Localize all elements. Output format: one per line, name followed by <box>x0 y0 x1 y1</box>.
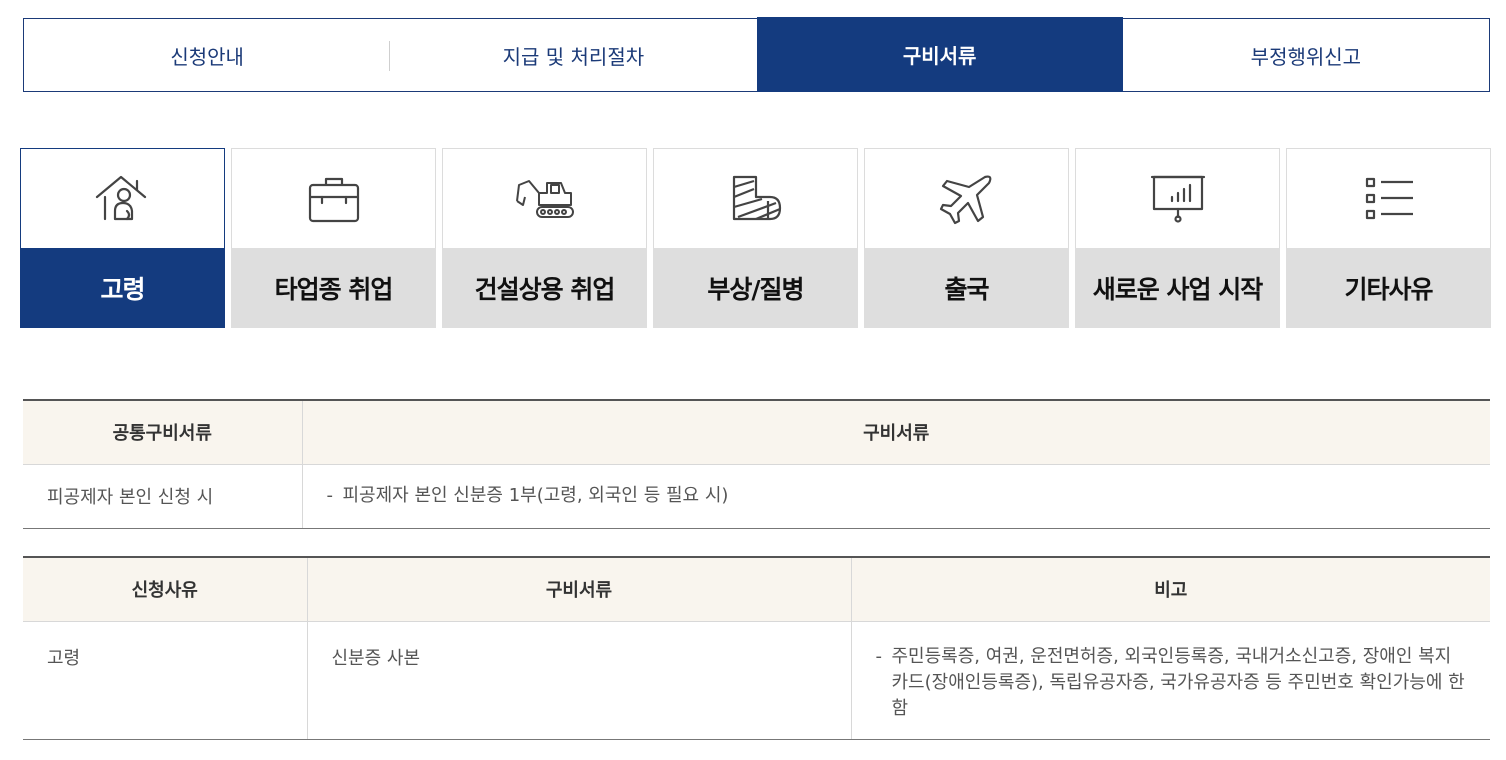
presentation-board-icon <box>1150 175 1205 223</box>
table-cell-note: - 주민등록증, 여권, 운전면허증, 외국인등록증, 국내거소신고증, 장애인… <box>851 621 1490 740</box>
category-label: 출국 <box>864 248 1069 328</box>
category-label: 부상/질병 <box>653 248 858 328</box>
category-icon-box <box>864 148 1069 248</box>
category-construction[interactable]: 건설상용 취업 <box>442 148 647 328</box>
tab-application-guide[interactable]: 신청안내 <box>24 19 391 91</box>
table-header: 구비서류 <box>307 557 852 622</box>
note-text: 주민등록증, 여권, 운전면허증, 외국인등록증, 국내거소신고증, 장애인 복… <box>891 645 1465 719</box>
list-item: - 피공제자 본인 신분증 1부(고령, 외국인 등 필요 시) <box>327 483 1467 509</box>
table-header: 비고 <box>851 557 1490 622</box>
table-cell-doc: - 피공제자 본인 신분증 1부(고령, 외국인 등 필요 시) <box>302 464 1490 529</box>
table-header-row: 신청사유 구비서류 비고 <box>23 557 1490 622</box>
category-icon-box <box>231 148 436 248</box>
category-icon-box <box>1286 148 1491 248</box>
table-cell-doc: 신분증 사본 <box>307 621 852 740</box>
table-cell-reason: 고령 <box>23 621 308 740</box>
table-header-row: 공통구비서류 구비서류 <box>23 400 1490 465</box>
category-label: 기타사유 <box>1286 248 1491 328</box>
list-item: - 주민등록증, 여권, 운전면허증, 외국인등록증, 국내거소신고증, 장애인… <box>876 644 1467 722</box>
briefcase-icon <box>308 177 359 222</box>
tab-payment-procedure[interactable]: 지급 및 처리절차 <box>390 19 756 91</box>
category-icon-box <box>20 148 225 248</box>
category-icon-box <box>442 148 647 248</box>
dash-bullet: - <box>875 645 883 667</box>
airplane-icon <box>939 175 991 224</box>
elderly-house-icon <box>95 175 146 220</box>
table-header: 공통구비서류 <box>23 400 303 465</box>
category-other-reason[interactable]: 기타사유 <box>1286 148 1491 328</box>
category-selector: 고령 타업종 취업 건설상용 취업 부상/질병 출국 새로운 사업 시작 기타사… <box>20 148 1491 328</box>
doc-text: 피공제자 본인 신분증 1부(고령, 외국인 등 필요 시) <box>342 485 729 506</box>
tab-label: 구비서류 <box>902 44 977 68</box>
table-row: 고령 신분증 사본 - 주민등록증, 여권, 운전면허증, 외국인등록증, 국내… <box>23 621 1490 740</box>
table-row: 피공제자 본인 신청 시 - 피공제자 본인 신분증 1부(고령, 외국인 등 … <box>23 464 1490 529</box>
category-icon-box <box>653 148 858 248</box>
category-label: 타업종 취업 <box>231 248 436 328</box>
category-departure[interactable]: 출국 <box>864 148 1069 328</box>
table-header: 신청사유 <box>23 557 308 622</box>
cast-leg-icon <box>732 175 781 220</box>
category-other-job[interactable]: 타업종 취업 <box>231 148 436 328</box>
category-icon-box <box>1075 148 1280 248</box>
common-documents-table: 공통구비서류 구비서류 피공제자 본인 신청 시 - 피공제자 본인 신분증 1… <box>23 399 1490 529</box>
category-injury[interactable]: 부상/질병 <box>653 148 858 328</box>
tab-label: 부정행위신고 <box>1250 44 1362 69</box>
category-elderly[interactable]: 고령 <box>20 148 225 328</box>
tab-label: 지급 및 처리절차 <box>502 44 645 69</box>
tab-fraud-report[interactable]: 부정행위신고 <box>1123 19 1489 91</box>
table-header: 구비서류 <box>302 400 1490 465</box>
tab-label: 신청안내 <box>170 44 244 69</box>
top-tab-bar: 신청안내 지급 및 처리절차 구비서류 부정행위신고 <box>23 17 1490 92</box>
tab-required-documents[interactable]: 구비서류 <box>756 17 1123 92</box>
list-icon <box>1365 177 1413 219</box>
category-label: 건설상용 취업 <box>442 248 647 328</box>
dash-bullet: - <box>326 485 334 506</box>
category-new-business[interactable]: 새로운 사업 시작 <box>1075 148 1280 328</box>
excavator-icon <box>515 179 574 218</box>
category-label: 새로운 사업 시작 <box>1075 248 1280 328</box>
reason-documents-table: 신청사유 구비서류 비고 고령 신분증 사본 - 주민등록증, 여권, 운전면허… <box>23 556 1490 740</box>
table-cell-case: 피공제자 본인 신청 시 <box>23 464 303 529</box>
category-label: 고령 <box>20 248 225 328</box>
